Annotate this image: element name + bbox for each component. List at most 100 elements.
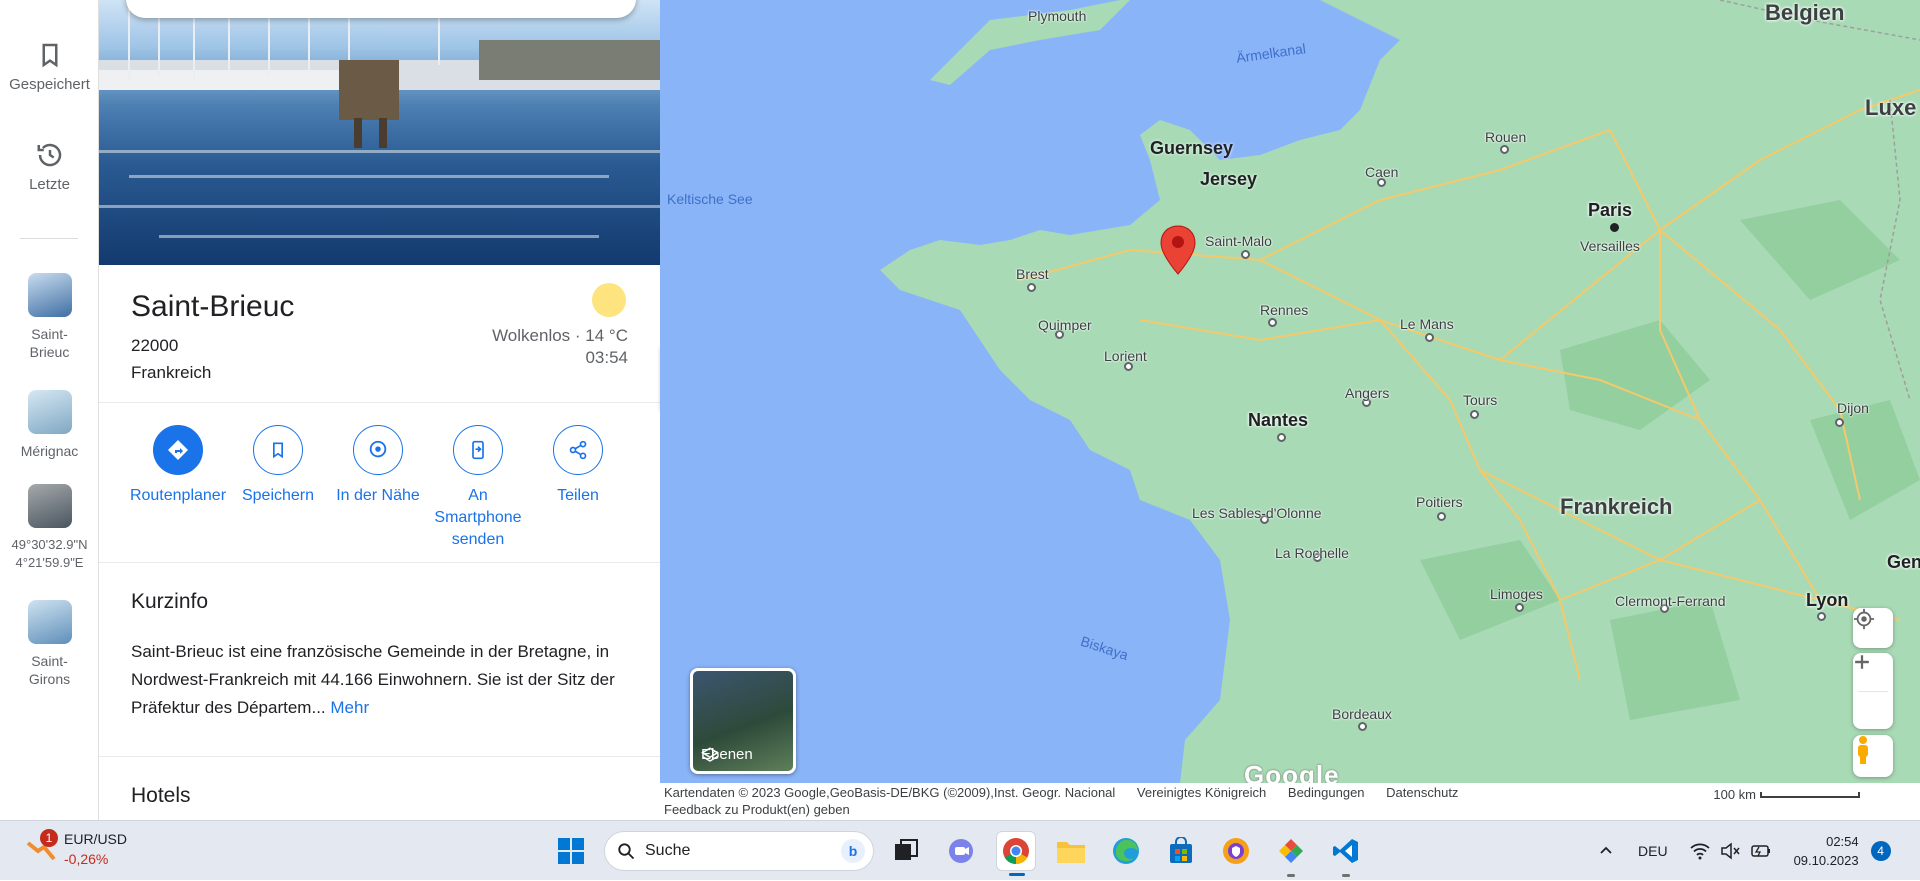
vscode-button[interactable]: [1326, 831, 1366, 877]
place-photo[interactable]: [99, 0, 660, 265]
privacy-link[interactable]: Datenschutz: [1386, 785, 1458, 800]
more-link[interactable]: Mehr: [330, 698, 369, 717]
teams-button[interactable]: [941, 831, 981, 871]
send-label-line: An: [468, 487, 488, 504]
recent-item-coordinates[interactable]: 49°30'32.9"N 4°21'59.9"E: [0, 484, 99, 572]
location-pin-icon[interactable]: [1158, 224, 1198, 276]
explorer-button[interactable]: [1051, 831, 1091, 871]
about-text-block: Saint-Brieuc ist eine französische Gemei…: [131, 638, 631, 722]
map-label-frankreich: Frankreich: [1560, 494, 1673, 519]
city-dot: [1470, 410, 1479, 419]
recent-item-saint-girons[interactable]: Saint- Girons: [0, 600, 99, 688]
divider: [99, 402, 660, 403]
wifi-icon[interactable]: [1689, 842, 1710, 860]
region-link[interactable]: Vereinigtes Königreich: [1137, 785, 1266, 800]
terms-link[interactable]: Bedingungen: [1288, 785, 1365, 800]
attribution-bar: Kartendaten © 2023 Google,GeoBasis-DE/BK…: [660, 783, 1920, 820]
my-location-button[interactable]: [1853, 608, 1893, 648]
app-button[interactable]: [1271, 831, 1311, 877]
recent-item-label: Mérignac: [20, 443, 79, 459]
zoom-out-button[interactable]: [1855, 660, 1888, 729]
ticker-label: EUR/USD: [64, 831, 128, 847]
search-placeholder: Suche: [645, 842, 691, 859]
city-dot: [1515, 603, 1524, 612]
map-label-geneva: Gen: [1887, 552, 1920, 572]
language-indicator[interactable]: DEU: [1638, 843, 1668, 859]
scale-label: 100 km: [1713, 787, 1756, 802]
maps-app: Gespeichert Letzte Saint- Brieuc Mérigna…: [0, 0, 1920, 820]
google-logo: Google: [1244, 760, 1340, 783]
map-label-keltische-see: Keltische See: [667, 191, 753, 207]
vscode-icon: [1333, 839, 1358, 863]
battery-icon[interactable]: [1750, 842, 1772, 860]
map-label-le-mans: Le Mans: [1400, 316, 1454, 332]
task-view-icon: [895, 839, 918, 860]
nearby-label: In der Nähe: [336, 487, 420, 504]
ticker-change: -0,26%: [64, 851, 109, 867]
search-icon: [618, 843, 635, 860]
start-button[interactable]: [551, 831, 591, 871]
map-label-limoges: Limoges: [1490, 586, 1543, 602]
recent-item-label: Girons: [28, 671, 71, 687]
map-label-quimper: Quimper: [1038, 317, 1092, 333]
directions-icon: [168, 440, 188, 460]
city-dot: [1358, 722, 1367, 731]
map-label-les-sables: Les Sables-d'Olonne: [1192, 505, 1322, 521]
search-box-edge[interactable]: [126, 0, 636, 18]
saved-button[interactable]: Gespeichert: [0, 40, 99, 93]
recent-button[interactable]: Letzte: [0, 140, 99, 193]
system-tray: DEU 02:54 09.10.2023 4: [1598, 821, 1891, 881]
street-view-button[interactable]: [1853, 735, 1893, 777]
scale-indicator[interactable]: 100 km: [1713, 787, 1860, 802]
share-button[interactable]: Teilen: [523, 425, 633, 507]
scale-bar: [1760, 791, 1860, 798]
speaker-muted-icon[interactable]: [1720, 842, 1740, 860]
map-label-lorient: Lorient: [1104, 348, 1147, 364]
nearby-button[interactable]: In der Nähe: [323, 425, 433, 507]
shield-app-icon: [1223, 838, 1249, 864]
taskbar-search[interactable]: Suche b: [604, 831, 874, 871]
pegman-icon: [1858, 736, 1868, 764]
chrome-button[interactable]: [996, 831, 1036, 876]
map-label-angers: Angers: [1345, 385, 1390, 401]
minus-icon: [1855, 660, 1869, 664]
store-button[interactable]: [1161, 831, 1201, 871]
notification-badge: 1: [40, 829, 58, 847]
currency-widget[interactable]: 1 EUR/USD -0,26%: [22, 829, 127, 873]
send-label-line: Smartphone: [434, 509, 522, 526]
map-label-rennes: Rennes: [1260, 302, 1309, 318]
save-button[interactable]: Speichern: [223, 425, 333, 507]
layers-button[interactable]: Ebenen: [690, 668, 796, 774]
map-label-lyon: Lyon: [1806, 590, 1849, 610]
weather-info: Wolkenlos · 14 °C 03:54: [492, 283, 628, 369]
map-label-guernsey: Guernsey: [1150, 138, 1234, 158]
map-data-credit: Kartendaten © 2023 Google,GeoBasis-DE/BK…: [664, 785, 1116, 800]
map-label-versailles: Versailles: [1580, 238, 1640, 254]
puzzle-app-icon: [1279, 839, 1303, 863]
route-button[interactable]: Routenplaner: [123, 425, 233, 507]
recent-item-saint-brieuc[interactable]: Saint- Brieuc: [0, 273, 99, 361]
store-icon: [1170, 837, 1192, 863]
notification-count-badge[interactable]: 4: [1870, 841, 1891, 861]
phone-icon: [472, 440, 484, 460]
about-text: Saint-Brieuc ist eine französische Gemei…: [131, 642, 615, 717]
task-view-button[interactable]: [886, 831, 926, 871]
vpn-app-button[interactable]: [1216, 831, 1256, 871]
map-canvas[interactable]: Belgien Luxe Plymouth Ärmelkanal Guernse…: [660, 0, 1920, 783]
taskbar: 1 EUR/USD -0,26% Suche b DEU 02:54 09.10…: [0, 820, 1920, 880]
left-rail: Gespeichert Letzte Saint- Brieuc Mérigna…: [0, 0, 99, 820]
clock[interactable]: 02:54 09.10.2023: [1794, 832, 1859, 870]
bing-icon[interactable]: b: [841, 839, 865, 863]
city-dot: [1817, 612, 1826, 621]
recent-item-label: 4°21'59.9"E: [15, 555, 84, 570]
edge-button[interactable]: [1106, 831, 1146, 871]
send-to-phone-button[interactable]: An Smartphone senden: [423, 425, 533, 551]
crosshair-icon: [1853, 608, 1875, 630]
map-label-nantes: Nantes: [1248, 410, 1309, 430]
send-label-line: senden: [451, 531, 505, 548]
recent-item-merignac[interactable]: Mérignac: [0, 390, 99, 460]
sun-icon: [592, 283, 626, 317]
feedback-link[interactable]: Feedback zu Produkt(en) geben: [664, 802, 850, 817]
chevron-up-icon[interactable]: [1598, 843, 1614, 859]
active-indicator: [1009, 873, 1025, 876]
